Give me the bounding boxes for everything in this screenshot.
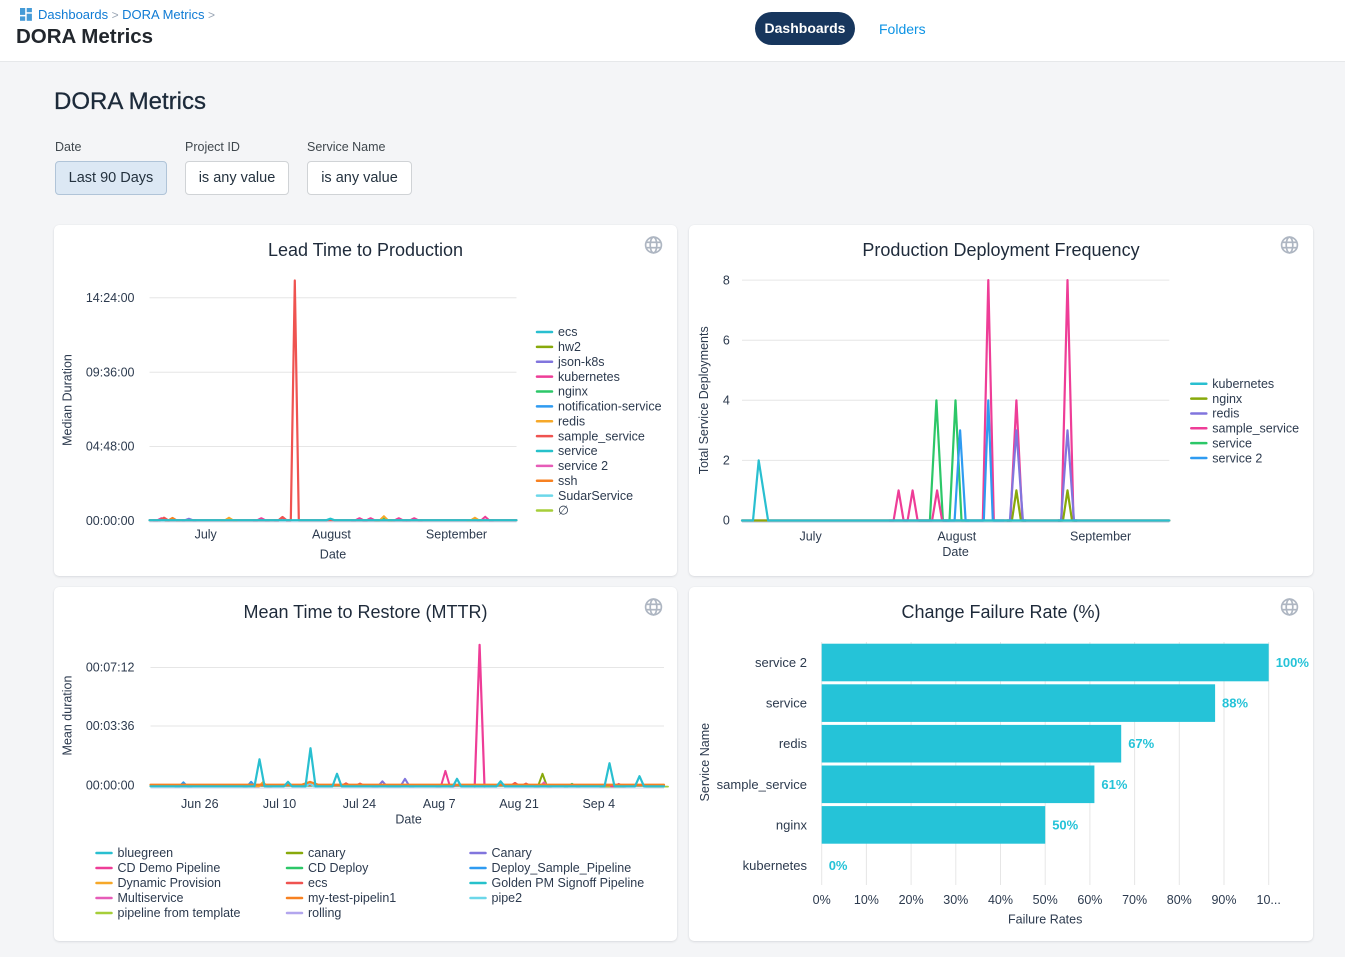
svg-text:10...: 10... (1256, 893, 1280, 907)
svg-text:10%: 10% (854, 893, 879, 907)
svg-text:40%: 40% (988, 893, 1013, 907)
svg-text:0%: 0% (812, 893, 830, 907)
svg-text:∅: ∅ (558, 503, 569, 517)
svg-text:service 2: service 2 (755, 655, 807, 670)
svg-text:service: service (558, 444, 598, 458)
svg-text:redis: redis (1212, 406, 1239, 420)
svg-text:Mean Time to Restore (MTTR): Mean Time to Restore (MTTR) (243, 602, 487, 622)
svg-text:sample_service: sample_service (1212, 421, 1299, 435)
svg-text:50%: 50% (1052, 817, 1078, 832)
svg-text:bluegreen: bluegreen (117, 846, 173, 860)
svg-text:ecs: ecs (558, 325, 577, 339)
svg-text:80%: 80% (1166, 893, 1191, 907)
svg-text:service 2: service 2 (558, 459, 608, 473)
svg-text:00:03:36: 00:03:36 (85, 719, 134, 733)
svg-text:service: service (766, 695, 807, 710)
svg-text:88%: 88% (1222, 695, 1248, 710)
svg-text:00:00:00: 00:00:00 (85, 514, 134, 528)
svg-text:service: service (1212, 436, 1252, 450)
svg-text:redis: redis (558, 414, 585, 428)
svg-text:September: September (1070, 529, 1131, 543)
svg-text:ssh: ssh (558, 474, 578, 488)
svg-text:July: July (194, 527, 217, 541)
svg-text:hw2: hw2 (558, 340, 581, 354)
svg-text:70%: 70% (1122, 893, 1147, 907)
svg-text:00:00:00: 00:00:00 (85, 778, 134, 792)
svg-text:json-k8s: json-k8s (557, 355, 605, 369)
svg-text:61%: 61% (1101, 776, 1127, 791)
svg-text:04:48:00: 04:48:00 (85, 439, 134, 453)
svg-text:8: 8 (723, 273, 730, 287)
svg-text:100%: 100% (1275, 655, 1309, 670)
svg-text:Jul 10: Jul 10 (262, 797, 295, 811)
svg-text:14:24:00: 14:24:00 (85, 291, 134, 305)
svg-text:09:36:00: 09:36:00 (85, 365, 134, 379)
svg-text:0%: 0% (828, 858, 847, 873)
svg-text:pipe2: pipe2 (491, 891, 522, 905)
svg-text:sample_service: sample_service (558, 429, 645, 443)
svg-text:sample_service: sample_service (716, 776, 806, 791)
svg-text:September: September (425, 527, 486, 541)
svg-text:Mean duration: Mean duration (60, 675, 74, 755)
svg-text:nginx: nginx (776, 817, 808, 832)
svg-text:Production Deployment Frequenc: Production Deployment Frequency (862, 240, 1139, 260)
svg-text:Dynamic Provision: Dynamic Provision (117, 876, 221, 890)
svg-text:kubernetes: kubernetes (558, 370, 620, 384)
svg-text:my-test-pipelin1: my-test-pipelin1 (308, 891, 396, 905)
svg-text:00:07:12: 00:07:12 (85, 660, 134, 674)
svg-text:67%: 67% (1128, 736, 1154, 751)
svg-text:Change Failure Rate (%): Change Failure Rate (%) (901, 602, 1100, 622)
svg-text:6: 6 (723, 333, 730, 347)
svg-text:90%: 90% (1211, 893, 1236, 907)
svg-text:Canary: Canary (491, 846, 532, 860)
svg-text:Median Duration: Median Duration (60, 354, 74, 446)
svg-text:ecs: ecs (308, 876, 327, 890)
svg-text:2: 2 (723, 453, 730, 467)
svg-text:Lead Time to Production: Lead Time to Production (267, 240, 462, 260)
svg-text:Aug 21: Aug 21 (499, 797, 539, 811)
svg-text:Failure Rates: Failure Rates (1008, 912, 1082, 926)
svg-text:Golden PM Signoff Pipeline: Golden PM Signoff Pipeline (491, 876, 644, 890)
svg-text:redis: redis (779, 736, 808, 751)
svg-text:Service Name: Service Name (697, 722, 711, 801)
svg-text:Date: Date (395, 812, 421, 826)
svg-text:CD Deploy: CD Deploy (308, 861, 369, 875)
svg-text:0: 0 (723, 513, 730, 527)
svg-text:Date: Date (319, 547, 345, 561)
svg-text:pipeline from template: pipeline from template (117, 906, 240, 920)
svg-text:Deploy_Sample_Pipeline: Deploy_Sample_Pipeline (491, 861, 631, 875)
svg-text:Multiservice: Multiservice (117, 891, 183, 905)
svg-text:60%: 60% (1077, 893, 1102, 907)
svg-text:rolling: rolling (308, 906, 341, 920)
svg-text:Jun 26: Jun 26 (181, 797, 219, 811)
svg-text:CD Demo Pipeline: CD Demo Pipeline (117, 861, 220, 875)
svg-text:Sep 4: Sep 4 (582, 797, 615, 811)
svg-text:20%: 20% (898, 893, 923, 907)
svg-text:kubernetes: kubernetes (742, 858, 807, 873)
svg-text:August: August (311, 527, 350, 541)
svg-text:50%: 50% (1032, 893, 1057, 907)
svg-text:Jul 24: Jul 24 (342, 797, 375, 811)
svg-text:Aug 7: Aug 7 (422, 797, 455, 811)
svg-text:kubernetes: kubernetes (1212, 377, 1274, 391)
svg-text:August: August (937, 529, 976, 543)
svg-text:4: 4 (723, 393, 730, 407)
svg-text:service 2: service 2 (1212, 451, 1262, 465)
svg-text:canary: canary (308, 846, 346, 860)
svg-text:nginx: nginx (1212, 392, 1243, 406)
svg-text:SudarService: SudarService (558, 489, 633, 503)
svg-text:Total Service Deployments: Total Service Deployments (696, 326, 710, 474)
svg-text:notification-service: notification-service (558, 399, 662, 413)
svg-text:nginx: nginx (558, 384, 589, 398)
svg-text:July: July (799, 529, 822, 543)
svg-text:Date: Date (942, 545, 968, 559)
svg-text:30%: 30% (943, 893, 968, 907)
